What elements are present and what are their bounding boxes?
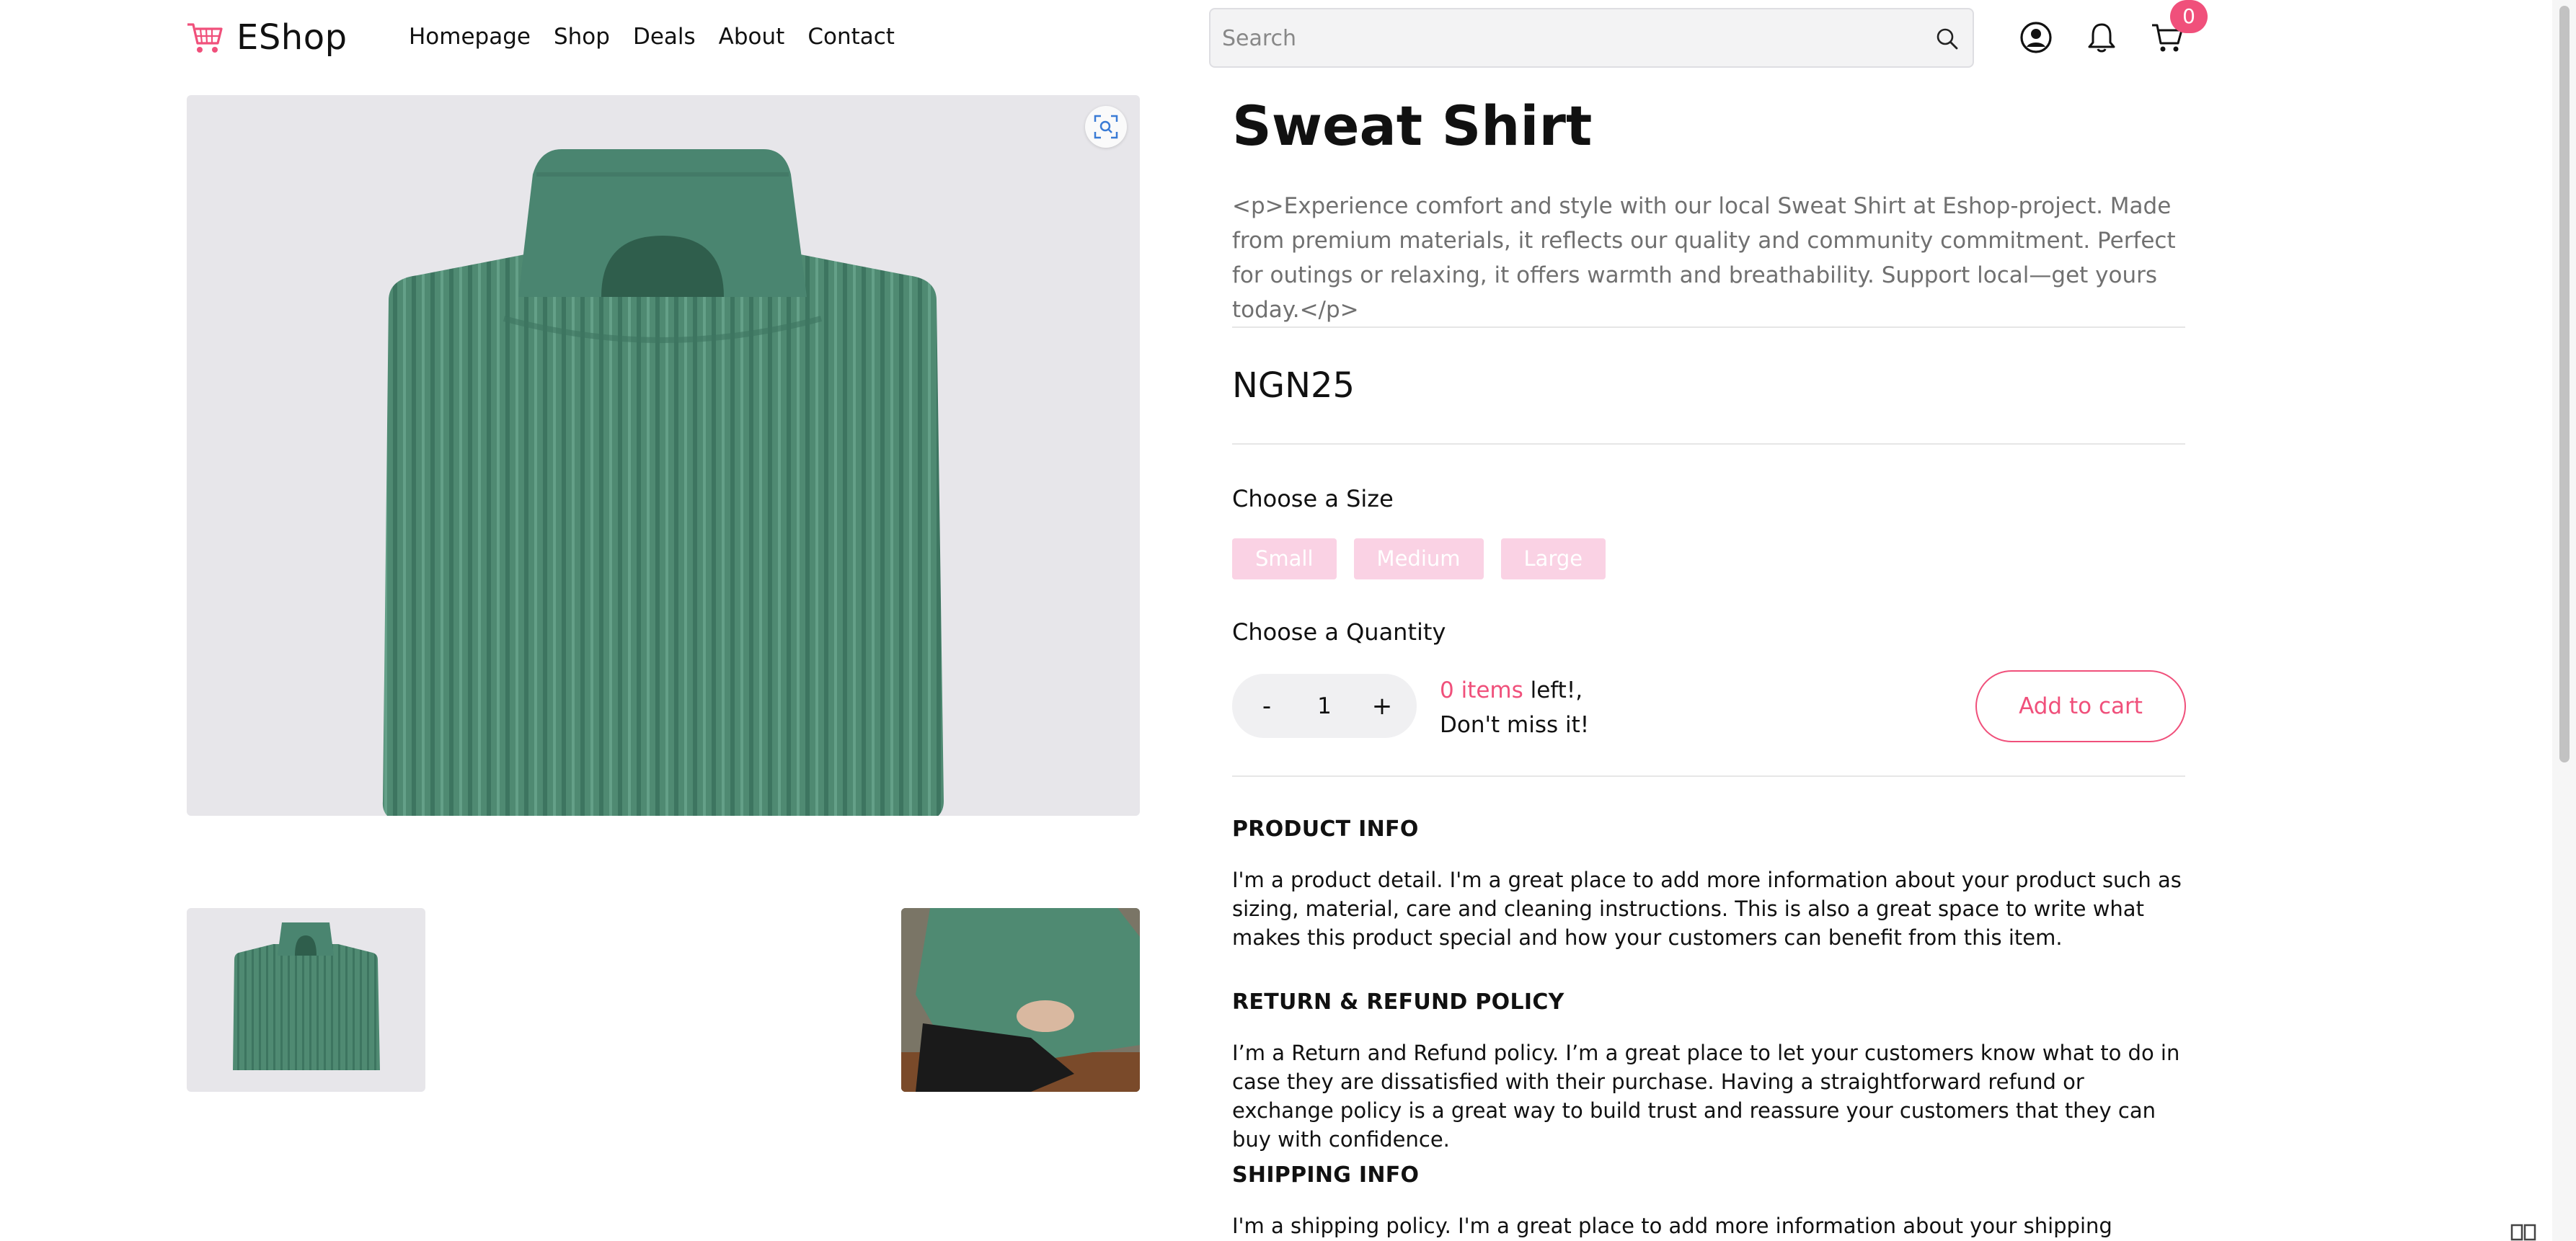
- size-label: Choose a Size: [1232, 485, 1394, 512]
- stock-notice: 0 items left!, Don't miss it!: [1440, 673, 1589, 742]
- product-info-heading: PRODUCT INFO: [1232, 817, 1419, 842]
- bell-icon[interactable]: [2084, 20, 2119, 55]
- search-bar: [1209, 8, 1974, 68]
- nav-deals[interactable]: Deals: [633, 24, 696, 50]
- search-input[interactable]: [1222, 19, 1914, 57]
- divider: [1232, 326, 2185, 328]
- size-large-button[interactable]: Large: [1500, 538, 1606, 579]
- search-icon[interactable]: [1935, 27, 1960, 51]
- nav-contact[interactable]: Contact: [807, 24, 895, 50]
- cart-count-badge: 0: [2170, 0, 2208, 33]
- add-to-cart-button[interactable]: Add to cart: [1975, 670, 2186, 742]
- shipping-info-text: I'm a shipping policy. I'm a great place…: [1232, 1214, 2112, 1238]
- increment-button[interactable]: +: [1369, 692, 1395, 721]
- size-options: Small Medium Large: [1232, 538, 1606, 579]
- thumbnail-sweater-model[interactable]: [901, 908, 1140, 1092]
- brand-name: EShop: [236, 17, 348, 58]
- quantity-label: Choose a Quantity: [1232, 618, 1446, 646]
- refund-policy-text: I’m a Return and Refund policy. I’m a gr…: [1232, 1041, 2180, 1152]
- nav-shop[interactable]: Shop: [554, 24, 610, 50]
- stock-urgency: Don't miss it!: [1440, 712, 1590, 738]
- user-icon[interactable]: [2019, 20, 2053, 55]
- main-nav: Homepage Shop Deals About Contact: [409, 24, 895, 50]
- sweater-image: [382, 149, 944, 816]
- zoom-button[interactable]: [1085, 106, 1127, 148]
- product-info-text: I'm a product detail. I'm a great place …: [1232, 868, 2182, 950]
- thumbnail-sweater-image: [233, 922, 380, 1070]
- stock-suffix: left!,: [1523, 677, 1583, 703]
- quantity-value[interactable]: 1: [1317, 693, 1332, 719]
- quantity-stepper: - 1 +: [1232, 674, 1417, 738]
- scrollbar-thumb[interactable]: [2559, 6, 2570, 762]
- stock-count: 0 items: [1440, 677, 1523, 703]
- product-main-image[interactable]: [187, 95, 1140, 816]
- brand-logo[interactable]: EShop: [186, 17, 348, 58]
- cart-logo-icon: [187, 23, 223, 53]
- product-title: Sweat Shirt: [1232, 94, 1593, 158]
- nav-homepage[interactable]: Homepage: [409, 24, 531, 50]
- size-small-button[interactable]: Small: [1232, 538, 1337, 579]
- header: EShop Homepage Shop Deals About Contact …: [0, 0, 2552, 76]
- divider: [1232, 775, 2185, 777]
- divider: [1232, 443, 2185, 445]
- nav-about[interactable]: About: [719, 24, 785, 50]
- refund-policy-heading: RETURN & REFUND POLICY: [1232, 989, 1564, 1015]
- reader-icon[interactable]: [2508, 1219, 2539, 1241]
- shipping-info-heading: SHIPPING INFO: [1232, 1162, 1420, 1188]
- product-price: NGN25: [1232, 365, 1355, 406]
- decrement-button[interactable]: -: [1254, 692, 1280, 721]
- zoom-icon: [1094, 115, 1118, 139]
- product-description: <p>Experience comfort and style with our…: [1232, 193, 2176, 323]
- thumbnail-model-image: [901, 908, 1140, 1092]
- size-medium-button[interactable]: Medium: [1353, 538, 1484, 579]
- thumbnail-sweater-flat[interactable]: [187, 908, 425, 1092]
